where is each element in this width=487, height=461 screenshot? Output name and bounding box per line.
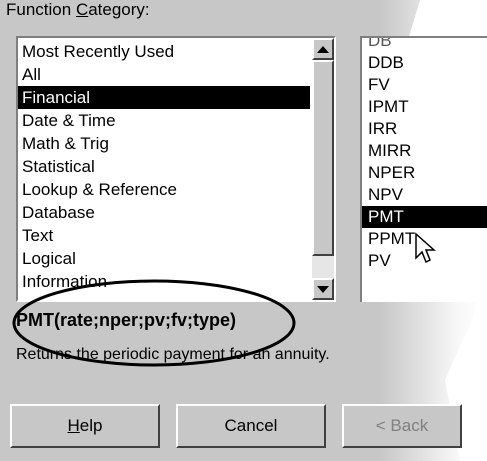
category-item[interactable]: Text: [18, 224, 310, 247]
category-item[interactable]: Lookup & Reference: [18, 178, 310, 201]
function-item[interactable]: IPMT: [362, 96, 487, 118]
function-item[interactable]: NPER: [362, 162, 487, 184]
function-category-listbox[interactable]: Most Recently Used All Financial Date & …: [16, 36, 336, 302]
category-item[interactable]: Date & Time: [18, 109, 310, 132]
function-item[interactable]: FV: [362, 74, 487, 96]
category-scrollbar[interactable]: [312, 38, 334, 300]
function-item[interactable]: DB: [362, 38, 487, 52]
scroll-down-button[interactable]: [312, 278, 334, 300]
function-item[interactable]: IRR: [362, 118, 487, 140]
function-item[interactable]: DDB: [362, 52, 487, 74]
scroll-down-arrow-icon: [317, 285, 329, 293]
category-item[interactable]: Database: [18, 201, 310, 224]
mouse-pointer-icon: [415, 232, 436, 264]
scroll-up-arrow-icon: [317, 45, 329, 53]
category-item[interactable]: All: [18, 63, 310, 86]
help-button[interactable]: Help: [10, 404, 160, 448]
scroll-thumb[interactable]: [312, 60, 334, 256]
category-item-selected[interactable]: Financial: [18, 86, 310, 109]
function-item-selected[interactable]: PMT: [362, 206, 487, 228]
category-item[interactable]: Logical: [18, 247, 310, 270]
function-category-label: Function Category:: [6, 0, 150, 19]
category-item[interactable]: Most Recently Used: [18, 40, 310, 63]
back-button[interactable]: < Back: [342, 404, 462, 448]
function-item[interactable]: MIRR: [362, 140, 487, 162]
function-description: Returns the periodic payment for an annu…: [16, 346, 330, 363]
category-item[interactable]: Statistical: [18, 155, 310, 178]
cancel-button[interactable]: Cancel: [176, 404, 326, 448]
function-item[interactable]: NPV: [362, 184, 487, 206]
category-item[interactable]: Math & Trig: [18, 132, 310, 155]
scroll-up-button[interactable]: [312, 38, 334, 60]
